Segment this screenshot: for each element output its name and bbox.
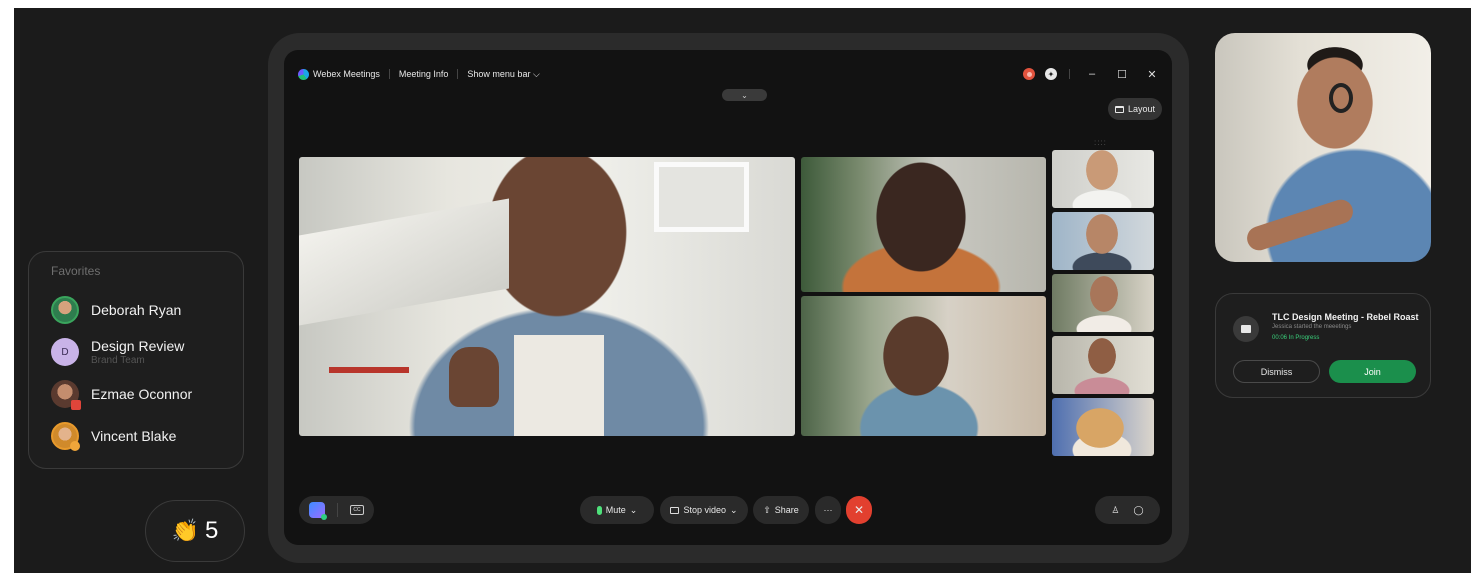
favorite-name: Design Review	[91, 338, 185, 354]
chevron-down-icon[interactable]: ⌄	[630, 505, 638, 516]
meeting-controls: CC Mute ⌄ Stop video ⌄ ⇧ Share ··· ✕ ♙ ◯	[284, 496, 1172, 524]
meeting-notification: TLC Design Meeting - Rebel Roast Jessica…	[1215, 293, 1431, 398]
divider	[1069, 69, 1070, 79]
filmstrip-grip-handle[interactable]: ::::	[1094, 138, 1107, 147]
recording-icon[interactable]	[1023, 68, 1035, 80]
microphone-icon	[596, 505, 602, 515]
headset-detail	[1329, 83, 1353, 113]
webex-logo-icon	[298, 68, 309, 80]
camera-icon	[670, 506, 680, 514]
panels-group: ♙ ◯	[1095, 496, 1160, 524]
meeting-window: Webex Meetings Meeting Info Show menu ba…	[284, 50, 1172, 545]
close-button[interactable]: ✕	[1142, 68, 1162, 81]
participants-icon[interactable]: ♙	[1111, 505, 1119, 516]
filmstrip-video-tile[interactable]	[1052, 336, 1154, 394]
apps-and-captions-group: CC	[299, 496, 374, 524]
minimize-button[interactable]: –	[1082, 68, 1102, 80]
avatar	[51, 380, 81, 410]
show-menu-bar-button[interactable]: Show menu bar ⌵	[467, 69, 539, 80]
thumbs-up-gesture	[449, 347, 499, 407]
notification-title: TLC Design Meeting - Rebel Roast	[1272, 312, 1419, 322]
share-label: Share	[774, 505, 799, 515]
filmstrip-video-tile[interactable]	[1052, 398, 1154, 456]
favorite-item-deborah-ryan[interactable]: Deborah Ryan	[51, 290, 243, 330]
active-speaker-video[interactable]	[299, 157, 795, 436]
favorite-subtitle: Brand Team	[91, 355, 145, 366]
layout-icon	[1114, 105, 1124, 113]
notification-status: 00:06 In Progress	[1272, 335, 1320, 341]
background-shelf	[299, 198, 509, 326]
chevron-down-icon[interactable]: ⌄	[730, 505, 738, 516]
arm-detail	[1243, 196, 1357, 254]
notification-subtitle: Jessica started the meeetings	[1272, 324, 1352, 330]
favorite-name: Ezmae Oconnor	[91, 386, 193, 402]
clapping-hands-icon: 👏	[171, 518, 200, 543]
wall-frame	[654, 162, 749, 232]
tablet-frame: Webex Meetings Meeting Info Show menu ba…	[268, 33, 1189, 563]
share-icon: ⇧	[763, 504, 771, 515]
favorite-name: Deborah Ryan	[91, 302, 182, 318]
webex-apps-icon[interactable]	[309, 502, 327, 520]
participant-video-tile[interactable]	[801, 157, 1046, 292]
filmstrip-video-tile[interactable]	[1052, 274, 1154, 332]
app-name: Webex Meetings	[313, 69, 380, 79]
mute-label: Mute	[605, 505, 626, 515]
closed-captions-icon[interactable]: CC	[350, 505, 364, 515]
maximize-button[interactable]: ☐	[1112, 68, 1132, 81]
divider	[388, 69, 390, 79]
end-call-button[interactable]: ✕	[846, 496, 872, 524]
join-button[interactable]: Join	[1329, 360, 1416, 383]
status-badge	[70, 441, 80, 451]
filmstrip-video-tile[interactable]	[1052, 150, 1154, 208]
stop-video-button[interactable]: Stop video ⌄	[660, 496, 748, 524]
mute-button[interactable]: Mute ⌄	[580, 496, 654, 524]
stop-video-label: Stop video	[683, 505, 726, 515]
filmstrip-video-tile[interactable]	[1052, 212, 1154, 270]
participant-video-tile[interactable]	[801, 296, 1046, 436]
avatar	[51, 296, 79, 324]
avatar	[51, 422, 80, 451]
layout-label: Layout	[1127, 104, 1156, 114]
share-button[interactable]: ⇧ Share	[753, 496, 809, 524]
title-bar: Webex Meetings Meeting Info Show menu ba…	[298, 66, 1162, 82]
divider	[337, 503, 338, 517]
favorites-panel: Favorites Deborah Ryan D Design Review B…	[28, 251, 244, 469]
status-badge	[71, 400, 81, 410]
dismiss-button[interactable]: Dismiss	[1233, 360, 1320, 383]
chat-icon[interactable]: ◯	[1134, 505, 1144, 516]
collapse-toolbar-tab[interactable]: ⌄	[722, 89, 767, 101]
avatar: D	[51, 338, 79, 366]
more-options-button[interactable]: ···	[815, 496, 841, 524]
layout-button[interactable]: Layout	[1108, 98, 1162, 120]
meeting-icon	[1233, 316, 1259, 342]
favorite-item-design-review[interactable]: D Design Review Brand Team	[51, 332, 243, 372]
favorites-title: Favorites	[51, 264, 101, 278]
divider	[457, 69, 459, 79]
favorite-item-ezmae-oconnor[interactable]: Ezmae Oconnor	[51, 374, 243, 414]
meeting-info-link[interactable]: Meeting Info	[399, 69, 449, 79]
assistant-icon[interactable]: ✦	[1045, 68, 1057, 80]
desktop-stage: Favorites Deborah Ryan D Design Review B…	[14, 8, 1471, 573]
background-detail	[329, 367, 409, 373]
favorite-item-vincent-blake[interactable]: Vincent Blake	[51, 416, 243, 456]
favorite-name: Vincent Blake	[91, 428, 177, 444]
reactions-counter[interactable]: 👏 5	[145, 500, 245, 562]
reaction-count: 5	[205, 517, 219, 544]
participant-shirt	[514, 335, 604, 436]
self-view-video[interactable]	[1215, 33, 1431, 262]
